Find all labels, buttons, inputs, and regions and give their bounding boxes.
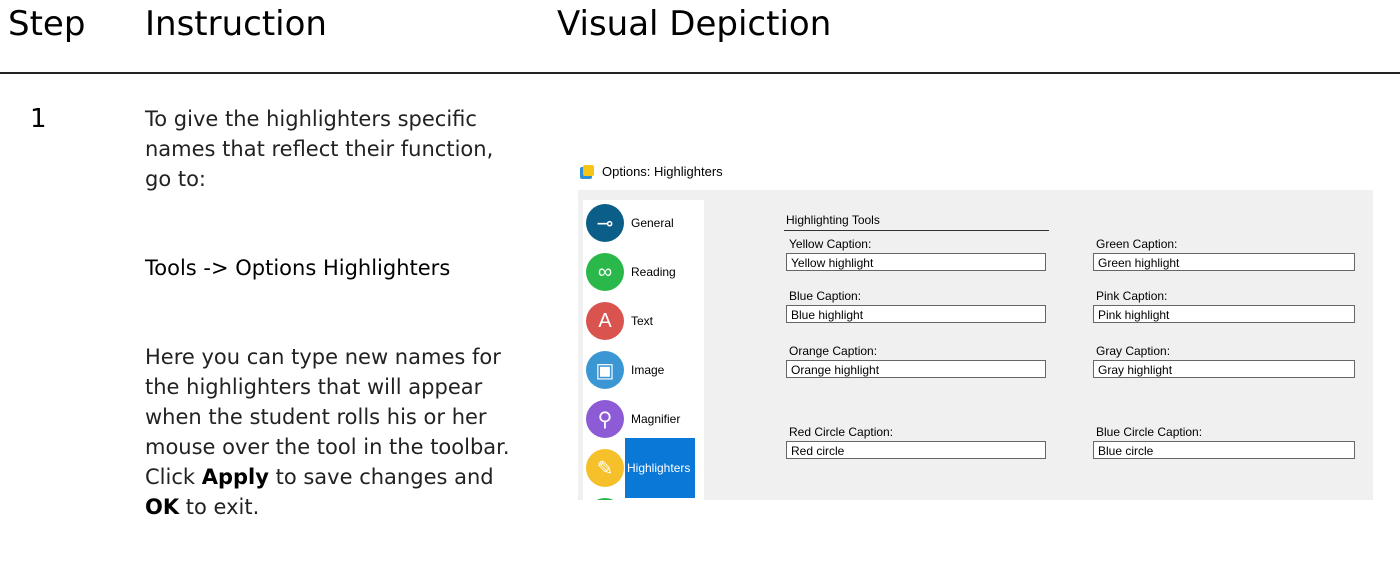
- header-step: Step: [8, 4, 86, 44]
- blue-circle-caption-label: Blue Circle Caption:: [1096, 425, 1203, 439]
- step-number: 1: [30, 104, 47, 134]
- letter-a-icon: A: [586, 302, 624, 340]
- header-instruction: Instruction: [145, 4, 327, 44]
- header-divider: [0, 72, 1400, 74]
- blue-circle-caption-field[interactable]: Blue circle: [1093, 441, 1355, 459]
- key-icon: ⊸: [586, 204, 624, 242]
- red-circle-caption-field[interactable]: Red circle: [786, 441, 1046, 459]
- circle-icon: [586, 498, 624, 500]
- blue-caption-label: Blue Caption:: [789, 289, 862, 303]
- instruction-path: Tools -> Options Highlighters: [145, 256, 451, 280]
- nav-label: Text: [631, 314, 654, 328]
- nav-item-image[interactable]: ▣ Image: [583, 347, 704, 393]
- yellow-caption-field[interactable]: Yellow highlight: [786, 253, 1046, 271]
- instruction-intro: To give the highlighters specific names …: [145, 107, 494, 191]
- body-text-3: to exit.: [179, 495, 260, 519]
- dialog-titlebar: Options: Highlighters: [580, 164, 723, 179]
- ok-keyword: OK: [145, 495, 180, 519]
- red-circle-caption-label: Red Circle Caption:: [789, 425, 894, 439]
- apply-keyword: Apply: [201, 465, 269, 489]
- header-visual-depiction: Visual Depiction: [557, 4, 832, 44]
- yellow-caption-label: Yellow Caption:: [789, 237, 872, 251]
- nav-label: General: [631, 216, 674, 230]
- pink-caption-label: Pink Caption:: [1096, 289, 1168, 303]
- options-nav: ⊸ General ∞ Reading A Text ▣ Image ⚲ Magnifier ✎ Hi…: [583, 200, 704, 500]
- body-text-2: to save changes and: [268, 465, 494, 489]
- nav-item-text[interactable]: A Text: [583, 298, 704, 344]
- glasses-icon: ∞: [586, 253, 624, 291]
- nav-label: Magnifier: [631, 412, 681, 426]
- app-icon: [580, 164, 594, 179]
- nav-item-general[interactable]: ⊸ General: [583, 200, 704, 246]
- gray-caption-field[interactable]: Gray highlight: [1093, 360, 1355, 378]
- blue-caption-field[interactable]: Blue highlight: [786, 305, 1046, 323]
- pen-icon: ✎: [586, 449, 624, 487]
- section-title: Highlighting Tools: [786, 213, 880, 227]
- nav-item-reading[interactable]: ∞ Reading: [583, 249, 704, 295]
- green-caption-label: Green Caption:: [1096, 237, 1178, 251]
- green-caption-field[interactable]: Green highlight: [1093, 253, 1355, 271]
- nav-item-highlighters[interactable]: ✎ Highlighters: [583, 438, 704, 498]
- gray-caption-label: Gray Caption:: [1096, 344, 1171, 358]
- nav-label: Image: [631, 363, 665, 377]
- nav-label: Highlighters: [625, 438, 695, 498]
- orange-caption-label: Orange Caption:: [789, 344, 878, 358]
- nav-item-partial[interactable]: [583, 494, 704, 500]
- options-dialog: ⊸ General ∞ Reading A Text ▣ Image ⚲ Magnifier ✎ Hi…: [578, 190, 1373, 500]
- dialog-title: Options: Highlighters: [602, 164, 723, 179]
- nav-item-magnifier[interactable]: ⚲ Magnifier: [583, 396, 704, 442]
- pink-caption-field[interactable]: Pink highlight: [1093, 305, 1355, 323]
- picture-icon: ▣: [586, 351, 624, 389]
- magnifier-icon: ⚲: [586, 400, 624, 438]
- instruction-body: Here you can type new names for the high…: [145, 342, 520, 522]
- orange-caption-field[interactable]: Orange highlight: [786, 360, 1046, 378]
- section-divider: [784, 230, 1049, 231]
- nav-label: Reading: [631, 265, 676, 279]
